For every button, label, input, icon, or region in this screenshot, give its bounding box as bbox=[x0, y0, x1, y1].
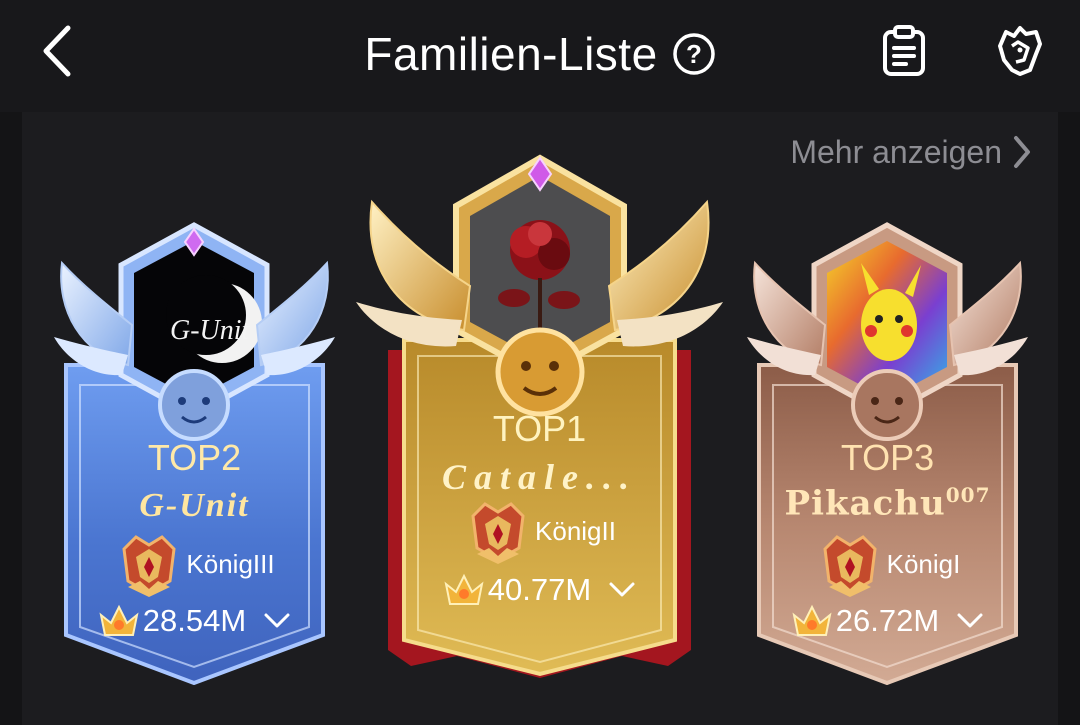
family-name: G-Unit bbox=[139, 487, 250, 524]
help-circle-icon[interactable]: ? bbox=[672, 32, 716, 76]
rank-level: KönigI bbox=[886, 548, 961, 579]
gold-crown-icon bbox=[444, 573, 484, 605]
rank-label: TOP1 bbox=[492, 408, 587, 449]
family-score: 28.54M bbox=[142, 603, 247, 638]
page-title: Familien-Liste bbox=[364, 28, 658, 80]
ranking-card-top2[interactable]: G-Unit TOP2 G-Unit KönigIII 28.54M bbox=[52, 215, 337, 685]
gold-crown-icon bbox=[792, 604, 832, 636]
top-bar: Familien-Liste ? bbox=[0, 0, 1080, 112]
ranking-card-top3[interactable]: TOP3 Pikachu007 KönigI 26.72M bbox=[745, 215, 1030, 685]
family-name-suffix: 007 bbox=[945, 483, 991, 507]
rank-level: KönigIII bbox=[186, 548, 275, 579]
family-name: Pikachu bbox=[784, 483, 946, 524]
family-score: 40.77M bbox=[487, 572, 592, 607]
gold-crown-icon bbox=[99, 604, 139, 636]
rank-label: TOP3 bbox=[840, 437, 935, 478]
chevron-down-icon[interactable] bbox=[262, 611, 292, 631]
svg-text:?: ? bbox=[686, 39, 702, 69]
clipboard-icon[interactable] bbox=[880, 24, 928, 78]
rank-level: KönigII bbox=[535, 515, 616, 546]
king-rank-badge-icon bbox=[471, 502, 525, 564]
family-name-wrap: Pikachu007 bbox=[745, 483, 1030, 523]
family-name: Catale... bbox=[442, 457, 637, 497]
svg-text:G-Unit: G-Unit bbox=[170, 315, 251, 346]
chevron-down-icon[interactable] bbox=[607, 580, 637, 600]
show-more-label: Mehr anzeigen bbox=[790, 133, 1002, 170]
show-more-link[interactable]: Mehr anzeigen bbox=[790, 128, 1032, 176]
king-rank-badge-icon bbox=[122, 535, 176, 597]
rank-label: TOP2 bbox=[147, 437, 242, 478]
chevron-right-icon bbox=[1014, 136, 1030, 168]
ranking-card-top1[interactable]: TOP1 Catale... KönigII 40.77M bbox=[352, 150, 727, 680]
king-rank-badge-icon bbox=[823, 535, 877, 597]
family-score: 26.72M bbox=[835, 603, 940, 638]
lion-head-icon[interactable] bbox=[990, 24, 1046, 78]
chevron-down-icon[interactable] bbox=[955, 611, 985, 631]
